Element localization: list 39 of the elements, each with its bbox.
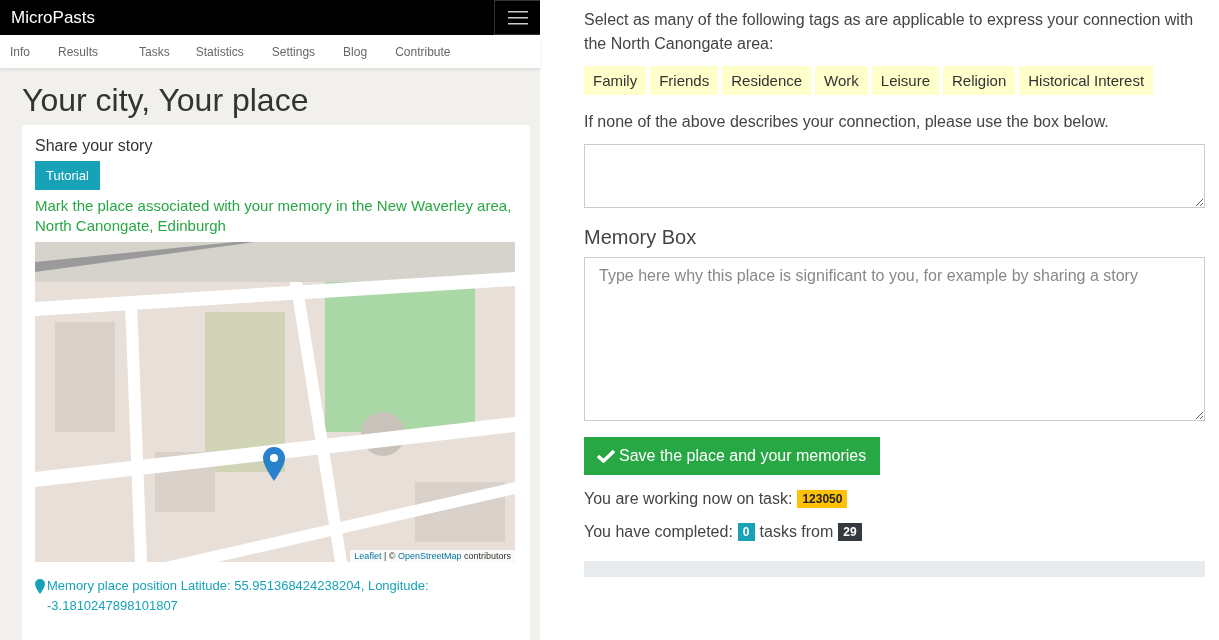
nav-link[interactable]: Contribute bbox=[395, 44, 451, 59]
menu-icon bbox=[507, 9, 528, 26]
completed-label: You have completed: bbox=[584, 523, 733, 541]
attribution-text: | © bbox=[383, 551, 396, 561]
tags-prompt: Select as many of the following tags as are applicable to express your connection with the North Canongate area: bbox=[584, 10, 1195, 54]
check-icon bbox=[597, 449, 615, 463]
connection-field[interactable] bbox=[584, 144, 1205, 208]
task-label: You are working now on task: bbox=[584, 490, 793, 508]
tag-button[interactable]: Family bbox=[584, 66, 647, 95]
tag-button[interactable]: Historical Interest bbox=[1019, 66, 1154, 95]
nav-link[interactable]: Blog bbox=[343, 44, 368, 59]
other-prompt: If none of the above describes your connection, please use the box below. bbox=[584, 112, 1110, 132]
nav-link[interactable]: Tasks bbox=[139, 44, 170, 59]
tag-button[interactable]: Religion bbox=[943, 66, 1016, 95]
memory-field[interactable]: Type here why this place is significant to you, for example by sharing a story bbox=[584, 257, 1205, 421]
tag-button[interactable]: Leisure bbox=[871, 66, 940, 95]
nav-link[interactable]: Info bbox=[10, 44, 30, 59]
total-count: 29 bbox=[838, 523, 862, 541]
nav-link[interactable]: Statistics bbox=[195, 44, 244, 59]
map-marker-icon bbox=[35, 579, 45, 594]
task-id: 123050 bbox=[797, 490, 848, 508]
tag-button[interactable]: Friends bbox=[650, 66, 719, 95]
completed-label: tasks from bbox=[759, 523, 834, 541]
position-text: Memory place position Latitude: 55.951368424238204, Longitude: -3.1810247898101807 bbox=[47, 577, 430, 615]
completed-count: 0 bbox=[737, 523, 755, 541]
tag-button[interactable]: Residence bbox=[722, 66, 812, 95]
menu-button[interactable] bbox=[494, 0, 540, 35]
tag-button[interactable]: Work bbox=[815, 66, 868, 95]
brand-name[interactable]: MicroPasts bbox=[0, 7, 96, 28]
card-heading: Share your story bbox=[35, 137, 154, 155]
openstreetmap-link[interactable]: OpenStreetMap bbox=[397, 551, 462, 561]
instruction-text: Mark the place associated with your memory in the New Waverley area, North Canongate, Edinburgh bbox=[35, 196, 513, 236]
nav-link[interactable]: Settings bbox=[271, 44, 316, 59]
memory-box-heading: Memory Box bbox=[584, 226, 698, 249]
leaflet-link[interactable]: Leaflet bbox=[354, 551, 382, 561]
page-title: Your city, Your place bbox=[22, 82, 310, 119]
nav-link[interactable]: Results bbox=[58, 44, 99, 59]
map-marker-icon[interactable] bbox=[263, 447, 285, 481]
attribution-text: contributors bbox=[463, 551, 511, 561]
